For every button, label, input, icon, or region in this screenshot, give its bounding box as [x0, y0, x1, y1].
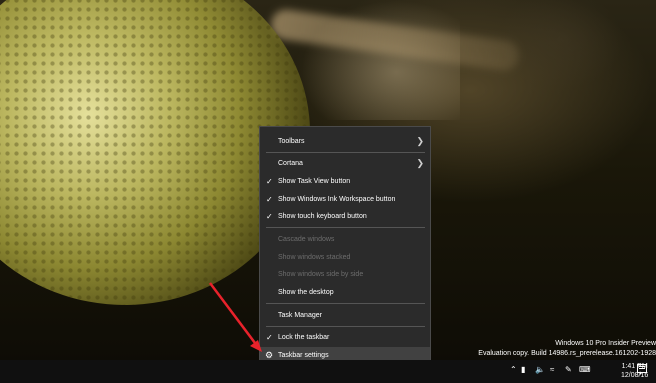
menu-item-label: Cortana [278, 159, 303, 167]
chevron-right-icon: ❯ [416, 157, 424, 168]
chevron-up-icon[interactable]: ⌃ [510, 365, 517, 375]
wifi-icon[interactable]: ≈ [550, 365, 554, 375]
menu-separator [266, 303, 425, 304]
build-watermark-line1: Windows 10 Pro Insider Preview [555, 340, 656, 347]
tablet-icon[interactable]: ▮ [521, 365, 525, 375]
menu-item-label: Show windows side by side [278, 270, 364, 278]
menu-item-toolbars[interactable]: Toolbars ❯ [260, 133, 430, 149]
menu-item-label: Cascade windows [278, 235, 335, 243]
menu-item-cascade-windows: Cascade windows [260, 231, 430, 247]
menu-item-label: Task Manager [278, 311, 322, 319]
menu-item-label: Toolbars [278, 137, 305, 145]
menu-item-show-the-desktop[interactable]: Show the desktop [260, 284, 430, 300]
menu-item-show-touch-keyboard-button[interactable]: ✓ Show touch keyboard button [260, 208, 430, 224]
action-center-icon-line [639, 366, 645, 367]
menu-item-show-task-view-button[interactable]: ✓ Show Task View button [260, 173, 430, 189]
menu-item-show-windows-stacked: Show windows stacked [260, 249, 430, 265]
taskbar[interactable] [0, 360, 656, 383]
menu-item-show-windows-side-by-side: Show windows side by side [260, 266, 430, 282]
checkmark-icon: ✓ [266, 211, 273, 221]
menu-item-label: Show Windows Ink Workspace button [278, 195, 396, 203]
menu-item-cortana[interactable]: Cortana ❯ [260, 155, 430, 171]
pen-icon[interactable]: ✎ [565, 365, 572, 375]
action-center-icon-line [639, 368, 645, 369]
menu-item-task-manager[interactable]: Task Manager [260, 307, 430, 323]
build-watermark-line2: Evaluation copy. Build 14986.rs_prerelea… [478, 350, 656, 357]
menu-item-show-ink-workspace-button[interactable]: ✓ Show Windows Ink Workspace button [260, 191, 430, 207]
speaker-icon[interactable]: 🔈 [535, 365, 545, 375]
taskbar-context-menu: Toolbars ❯ Cortana ❯ ✓ Show Task View bu… [259, 126, 431, 367]
keyboard-icon[interactable]: ⌨ [579, 365, 591, 375]
menu-item-label: Taskbar settings [278, 351, 329, 359]
menu-separator [266, 152, 425, 153]
gear-icon: ⚙ [265, 349, 274, 360]
checkmark-icon: ✓ [266, 176, 273, 186]
menu-separator [266, 227, 425, 228]
menu-item-label: Show the desktop [278, 288, 334, 296]
menu-item-lock-the-taskbar[interactable]: ✓ Lock the taskbar [260, 329, 430, 345]
menu-separator [266, 326, 425, 327]
menu-item-label: Show touch keyboard button [278, 212, 367, 220]
menu-item-label: Lock the taskbar [278, 333, 330, 341]
checkmark-icon: ✓ [266, 332, 273, 342]
chevron-right-icon: ❯ [416, 135, 424, 146]
menu-item-label: Show Task View button [278, 177, 351, 185]
menu-item-label: Show windows stacked [278, 253, 351, 261]
checkmark-icon: ✓ [266, 194, 273, 204]
